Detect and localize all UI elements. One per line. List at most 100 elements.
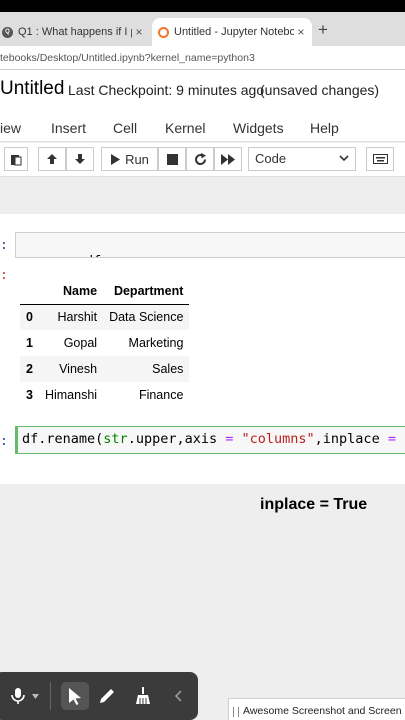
code-token: = <box>379 431 396 447</box>
drawing-toolbar <box>0 672 198 720</box>
table-row: 1 Gopal Marketing <box>20 330 189 356</box>
code-cell-input[interactable]: df <box>15 232 405 258</box>
menu-cell[interactable]: Cell <box>113 120 137 136</box>
move-up-icon <box>47 154 57 164</box>
close-icon[interactable]: × <box>294 25 308 39</box>
code-token: inplace <box>322 431 380 447</box>
cell-department: Data Science <box>103 304 190 330</box>
row-index: 0 <box>20 304 39 330</box>
cell-name: Himanshi <box>44 388 98 402</box>
row-index: 1 <box>26 336 33 350</box>
cell-department: Sales <box>103 356 190 382</box>
run-all-button[interactable] <box>214 147 242 171</box>
code-token: axis <box>184 431 218 447</box>
code-text: df <box>85 253 101 257</box>
notebook-page: : df : Name Department 0 Harshit <box>0 214 405 484</box>
fast-forward-icon <box>221 153 235 165</box>
checkpoint-status: Last Checkpoint: 9 minutes ago <box>68 82 265 98</box>
code-token: str <box>103 431 128 447</box>
new-tab-button[interactable]: + <box>318 20 328 40</box>
stop-icon <box>166 153 178 165</box>
restart-icon <box>194 152 206 165</box>
cell-name: Vinesh <box>38 356 104 382</box>
menu-bar: iew Insert Cell Kernel Widgets Help <box>0 114 405 142</box>
notebook-toolbar: Run Code <box>0 143 405 177</box>
tab-title: Untitled - Jupyter Noteboo <box>174 26 294 38</box>
code-token: .upper, <box>127 431 185 447</box>
paste-icon <box>11 154 22 165</box>
drag-handle-icon <box>233 707 239 717</box>
move-down-button[interactable] <box>66 147 94 171</box>
code-token: "columns" <box>241 431 315 447</box>
input-prompt: : <box>0 434 8 449</box>
move-up-button[interactable] <box>38 147 66 171</box>
jupyter-icon <box>158 26 169 38</box>
row-index: 3 <box>26 388 33 402</box>
code-token: .rename( <box>38 431 104 447</box>
cell-type-select[interactable]: Code <box>248 147 356 171</box>
pen-tool[interactable] <box>95 684 119 708</box>
dataframe-output: Name Department 0 Harshit Data Science 1… <box>20 278 190 408</box>
run-icon <box>111 153 121 165</box>
column-header: Department <box>103 278 190 305</box>
tab-quora[interactable]: Q Q1 : What happens if I po × <box>0 18 150 46</box>
notebook-area: : df : Name Department 0 Harshit <box>0 178 405 720</box>
mic-options-button[interactable] <box>28 684 42 708</box>
table-header-row: Name Department <box>20 278 190 305</box>
close-icon[interactable]: × <box>132 25 146 39</box>
row-index: 2 <box>20 356 39 382</box>
table-row: 0 Harshit Data Science <box>20 304 190 330</box>
paste-button[interactable] <box>4 147 28 171</box>
notebook-title[interactable]: Untitled <box>0 78 64 100</box>
collapse-toolbar-button[interactable] <box>166 684 190 708</box>
stop-button[interactable] <box>158 147 186 171</box>
column-header: Name <box>38 278 104 305</box>
menu-widgets[interactable]: Widgets <box>233 120 284 136</box>
command-palette-button[interactable] <box>366 147 394 171</box>
cell-name: Harshit <box>38 304 104 330</box>
menu-insert[interactable]: Insert <box>51 120 86 136</box>
cell-department: Finance <box>138 388 184 402</box>
menu-view[interactable]: iew <box>0 120 21 136</box>
menu-help[interactable]: Help <box>310 120 339 136</box>
notebook-header: Untitled Last Checkpoint: 9 minutes ago … <box>0 70 405 114</box>
run-button[interactable]: Run <box>101 147 158 171</box>
cell-department: Marketing <box>128 336 184 350</box>
tab-jupyter[interactable]: Untitled - Jupyter Noteboo × <box>152 18 312 46</box>
address-bar[interactable]: tebooks/Desktop/Untitled.ipynb?kernel_na… <box>0 46 405 70</box>
move-down-icon <box>75 154 85 164</box>
pointer-tool[interactable] <box>61 682 89 710</box>
cell-name: Gopal <box>63 336 98 350</box>
tab-title: Q1 : What happens if I po <box>18 26 132 38</box>
unsaved-status: (unsaved changes) <box>260 82 380 98</box>
quora-icon: Q <box>2 26 13 38</box>
toolbar-divider <box>50 682 51 710</box>
browser-tab-bar: Q Q1 : What happens if I po × Untitled -… <box>0 12 405 46</box>
keyboard-icon <box>372 154 388 164</box>
pointer-icon <box>69 688 81 705</box>
code-token: df <box>22 431 39 447</box>
collapse-chevron-icon <box>174 690 182 702</box>
extension-notification[interactable]: Awesome Screenshot and Screen Re <box>228 698 405 720</box>
table-row: 3 Himanshi Finance <box>20 382 189 408</box>
restart-button[interactable] <box>186 147 214 171</box>
extension-label: Awesome Screenshot and Screen Re <box>243 705 405 717</box>
index-header <box>20 278 39 305</box>
output-prompt: : <box>0 268 8 283</box>
cell-type-value: Code <box>255 151 287 166</box>
chevron-down-icon <box>339 155 349 162</box>
annotation-text: inplace = True <box>260 496 368 513</box>
code-token: , <box>314 431 323 447</box>
input-prompt: : <box>0 238 8 253</box>
active-code-cell-input[interactable]: df.rename(str.upper,axis = "columns",inp… <box>15 426 405 454</box>
clear-tool[interactable] <box>131 684 155 708</box>
menu-kernel[interactable]: Kernel <box>165 120 205 136</box>
table-row: 2 Vinesh Sales <box>20 356 190 382</box>
microphone-icon <box>11 688 25 704</box>
broom-icon <box>136 687 150 704</box>
pen-icon <box>100 689 114 703</box>
run-label: Run <box>125 151 149 167</box>
microphone-button[interactable] <box>6 684 30 708</box>
dropdown-caret-icon <box>31 693 39 699</box>
screen: Q Q1 : What happens if I po × Untitled -… <box>0 12 405 720</box>
